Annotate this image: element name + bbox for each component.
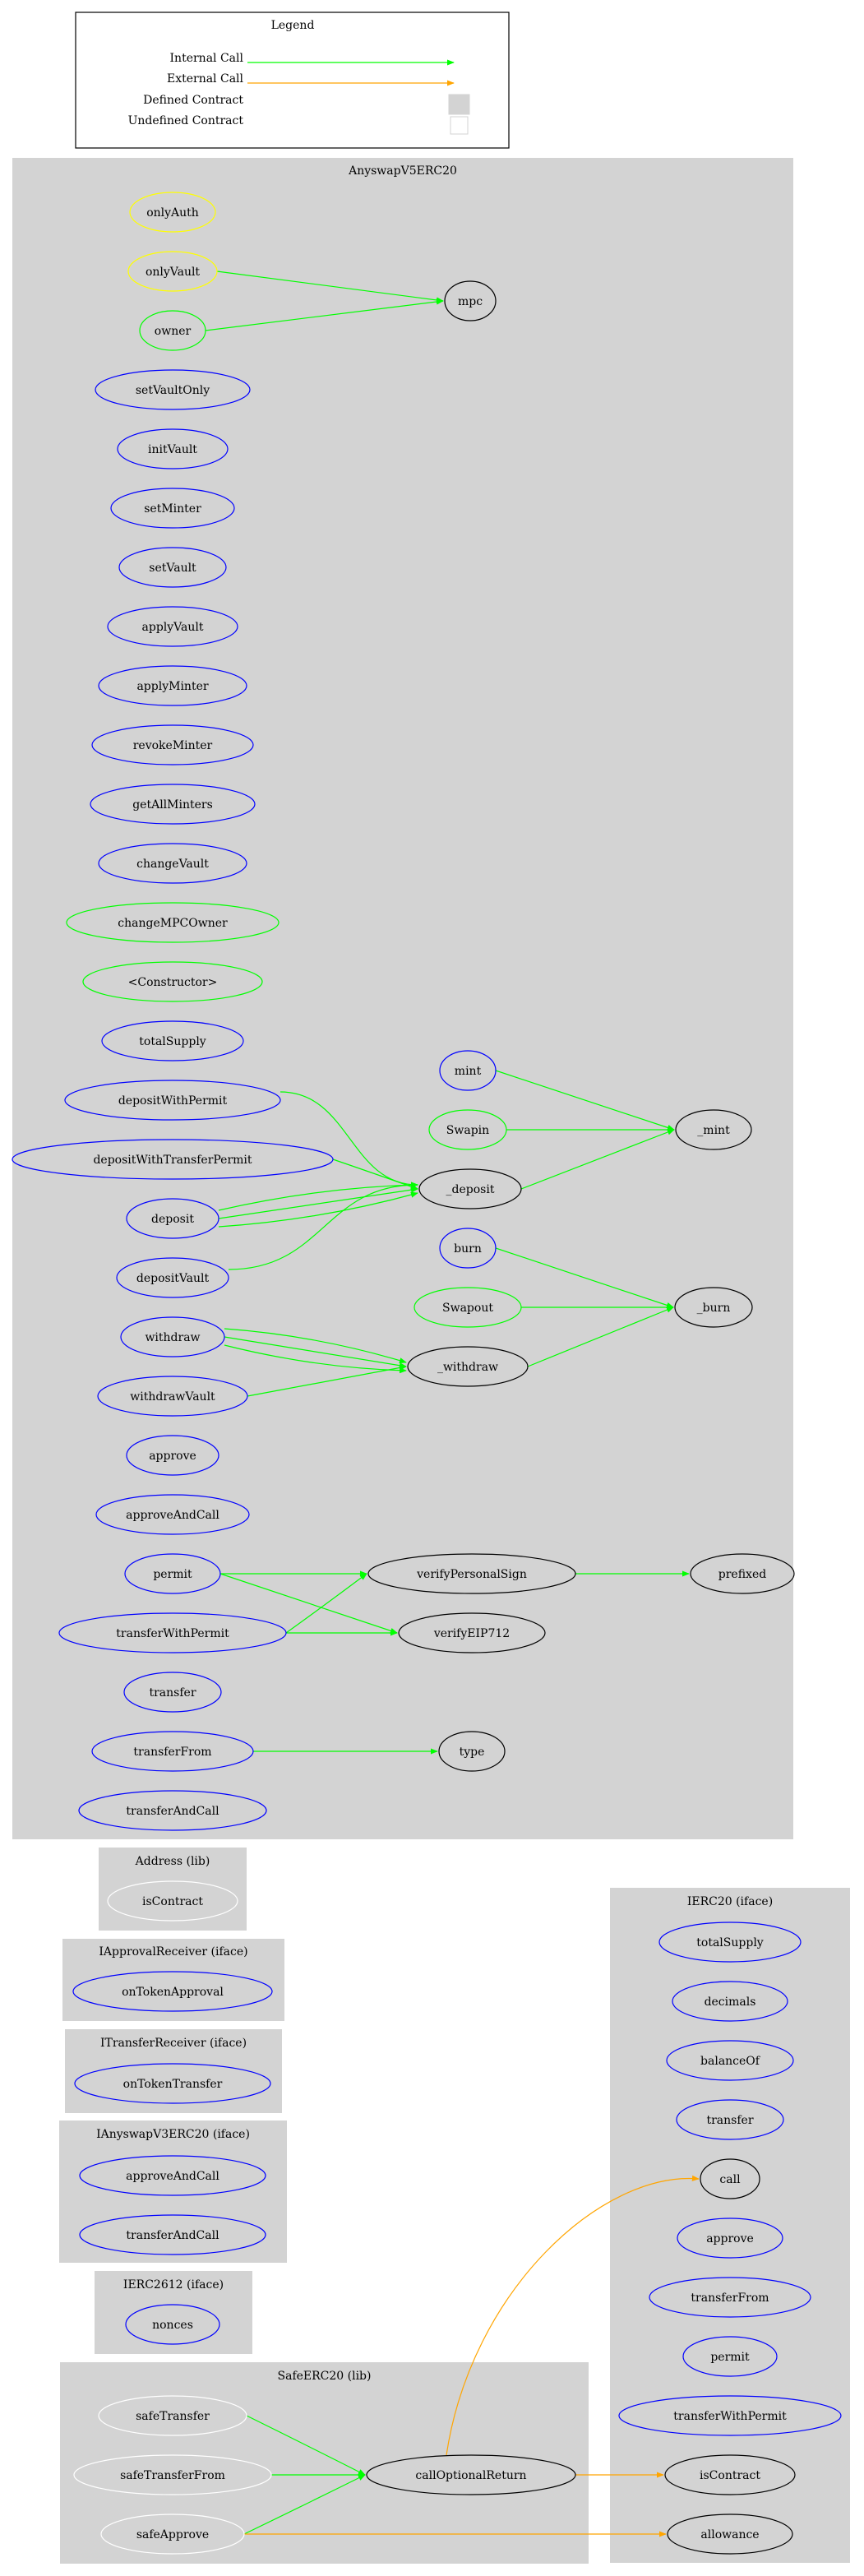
legend: Legend Internal Call External Call Defin… bbox=[75, 12, 510, 149]
node-label: changeVault bbox=[136, 858, 209, 871]
node-label: allowance bbox=[700, 2528, 759, 2541]
legend-undefined-contract-swatch bbox=[450, 116, 469, 135]
node-label: transferWithPermit bbox=[673, 2410, 787, 2423]
node-label: permit bbox=[710, 2351, 750, 2364]
node-label: verifyPersonalSign bbox=[416, 1568, 527, 1581]
node-label: onTokenApproval bbox=[122, 1986, 224, 1999]
node-label: nonces bbox=[152, 2319, 193, 2332]
cluster-anyswap: AnyswapV5ERC20 bbox=[12, 158, 793, 1839]
node-label: onlyAuth bbox=[146, 206, 199, 220]
node-label: transferWithPermit bbox=[116, 1627, 229, 1640]
node-label: permit bbox=[153, 1568, 192, 1581]
node-label: depositWithTransferPermit bbox=[93, 1154, 252, 1167]
node-label: transferAndCall bbox=[126, 2229, 219, 2242]
cluster-iapproval: IApprovalReceiver (iface) bbox=[62, 1939, 284, 2021]
legend-defined-contract-swatch bbox=[448, 94, 470, 115]
node-label: isContract bbox=[142, 1895, 203, 1908]
node-label: _withdraw bbox=[437, 1361, 498, 1374]
call-graph: Legend Internal Call External Call Defin… bbox=[12, 12, 850, 2564]
node-label: transferFrom bbox=[133, 1746, 211, 1759]
legend-label-external-call: External Call bbox=[167, 72, 244, 86]
node-label: totalSupply bbox=[139, 1035, 206, 1048]
cluster-title: IERC20 (iface) bbox=[687, 1895, 773, 1908]
cluster-background bbox=[12, 158, 793, 1839]
node-label: owner bbox=[155, 325, 192, 338]
node-label: changeMPCOwner bbox=[118, 917, 228, 930]
node-label: call bbox=[719, 2173, 741, 2186]
legend-title: Legend bbox=[271, 19, 315, 32]
node-label: withdraw bbox=[145, 1331, 200, 1344]
node-label: _deposit bbox=[446, 1183, 495, 1196]
node-label: approve bbox=[706, 2232, 754, 2245]
node-label: decimals bbox=[705, 1996, 756, 2009]
node-label: approve bbox=[149, 1450, 196, 1463]
legend-frame bbox=[75, 12, 510, 149]
node-label: safeTransfer bbox=[136, 2410, 210, 2423]
node-label: approveAndCall bbox=[126, 2170, 219, 2183]
legend-label-defined-contract: Defined Contract bbox=[143, 94, 243, 107]
cluster-title: ITransferReceiver (iface) bbox=[100, 2037, 247, 2050]
node-label: approveAndCall bbox=[126, 1509, 219, 1522]
node-label: Swapout bbox=[442, 1302, 493, 1315]
cluster-title: SafeERC20 (lib) bbox=[278, 2370, 372, 2383]
cluster-ierc20: IERC20 (iface) bbox=[610, 1888, 850, 2563]
node-label: deposit bbox=[151, 1213, 194, 1226]
node-label: type bbox=[460, 1746, 485, 1759]
node-label: setVaultOnly bbox=[136, 384, 210, 397]
node-label: mpc bbox=[458, 295, 483, 308]
node-label: depositWithPermit bbox=[118, 1094, 228, 1108]
node-label: onlyVault bbox=[146, 266, 200, 279]
cluster-title: IERC2612 (iface) bbox=[123, 2278, 224, 2292]
node-label: balanceOf bbox=[700, 2055, 761, 2068]
node-label: prefixed bbox=[718, 1568, 766, 1581]
node-label: safeTransferFrom bbox=[120, 2469, 225, 2482]
node-label: transfer bbox=[706, 2114, 753, 2127]
cluster-background bbox=[610, 1888, 850, 2563]
node-label: <Constructor> bbox=[128, 976, 218, 989]
node-label: getAllMinters bbox=[132, 798, 213, 812]
node-label: transferFrom bbox=[691, 2292, 769, 2305]
cluster-ierc2612: IERC2612 (iface) bbox=[95, 2271, 252, 2354]
node-label: callOptionalReturn bbox=[415, 2469, 526, 2482]
node-label: burn bbox=[454, 1242, 482, 1256]
node-label: transfer bbox=[149, 1686, 196, 1700]
node-label: verifyEIP712 bbox=[433, 1627, 510, 1640]
clusters: AnyswapV5ERC20 Address (lib) IApprovalRece… bbox=[12, 158, 850, 2564]
node-label: applyMinter bbox=[136, 680, 208, 693]
node-label: _mint bbox=[697, 1124, 730, 1137]
node-label: mint bbox=[455, 1065, 482, 1078]
node-label: isContract bbox=[700, 2469, 760, 2482]
node-label: setMinter bbox=[144, 502, 201, 516]
cluster-title: AnyswapV5ERC20 bbox=[348, 164, 457, 178]
node-label: withdrawVault bbox=[130, 1390, 215, 1404]
node-label: depositVault bbox=[136, 1272, 210, 1285]
cluster-title: IApprovalReceiver (iface) bbox=[99, 1945, 247, 1959]
node-label: setVault bbox=[149, 562, 196, 575]
legend-label-internal-call: Internal Call bbox=[170, 52, 244, 65]
node-label: revokeMinter bbox=[133, 739, 213, 752]
node-label: onTokenTransfer bbox=[123, 2078, 223, 2091]
node-label: safeApprove bbox=[136, 2528, 209, 2541]
cluster-title: Address (lib) bbox=[135, 1855, 210, 1868]
node-label: initVault bbox=[148, 443, 197, 456]
node-label: Swapin bbox=[446, 1124, 489, 1137]
node-label: _burn bbox=[697, 1302, 731, 1315]
node-label: totalSupply bbox=[696, 1936, 764, 1949]
node-label: applyVault bbox=[142, 621, 204, 634]
cluster-title: IAnyswapV3ERC20 (iface) bbox=[96, 2128, 250, 2141]
legend-label-undefined-contract: Undefined Contract bbox=[128, 114, 244, 127]
node-label: transferAndCall bbox=[126, 1805, 219, 1818]
